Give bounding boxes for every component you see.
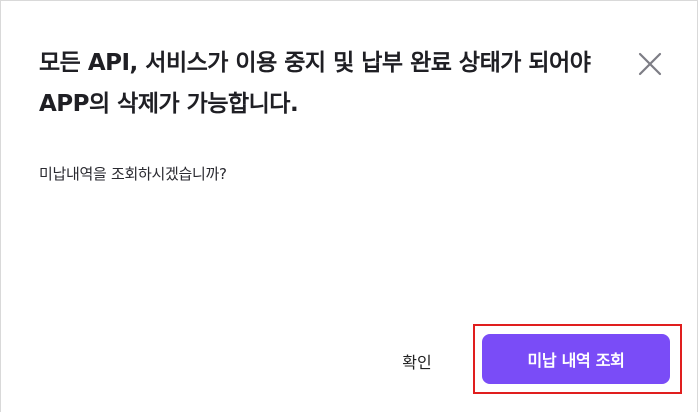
dialog-message: 미납내역을 조회하시겠습니까? — [39, 165, 227, 183]
confirm-button[interactable]: 확인 — [389, 343, 445, 379]
dialog: 모든 API, 서비스가 이용 중지 및 납부 완료 상태가 되어야 APP의 … — [0, 0, 698, 412]
close-icon[interactable] — [637, 51, 663, 77]
dialog-title: 모든 API, 서비스가 이용 중지 및 납부 완료 상태가 되어야 APP의 … — [39, 50, 591, 117]
close-button[interactable] — [633, 47, 667, 81]
view-unpaid-button[interactable]: 미납 내역 조회 — [482, 334, 670, 384]
